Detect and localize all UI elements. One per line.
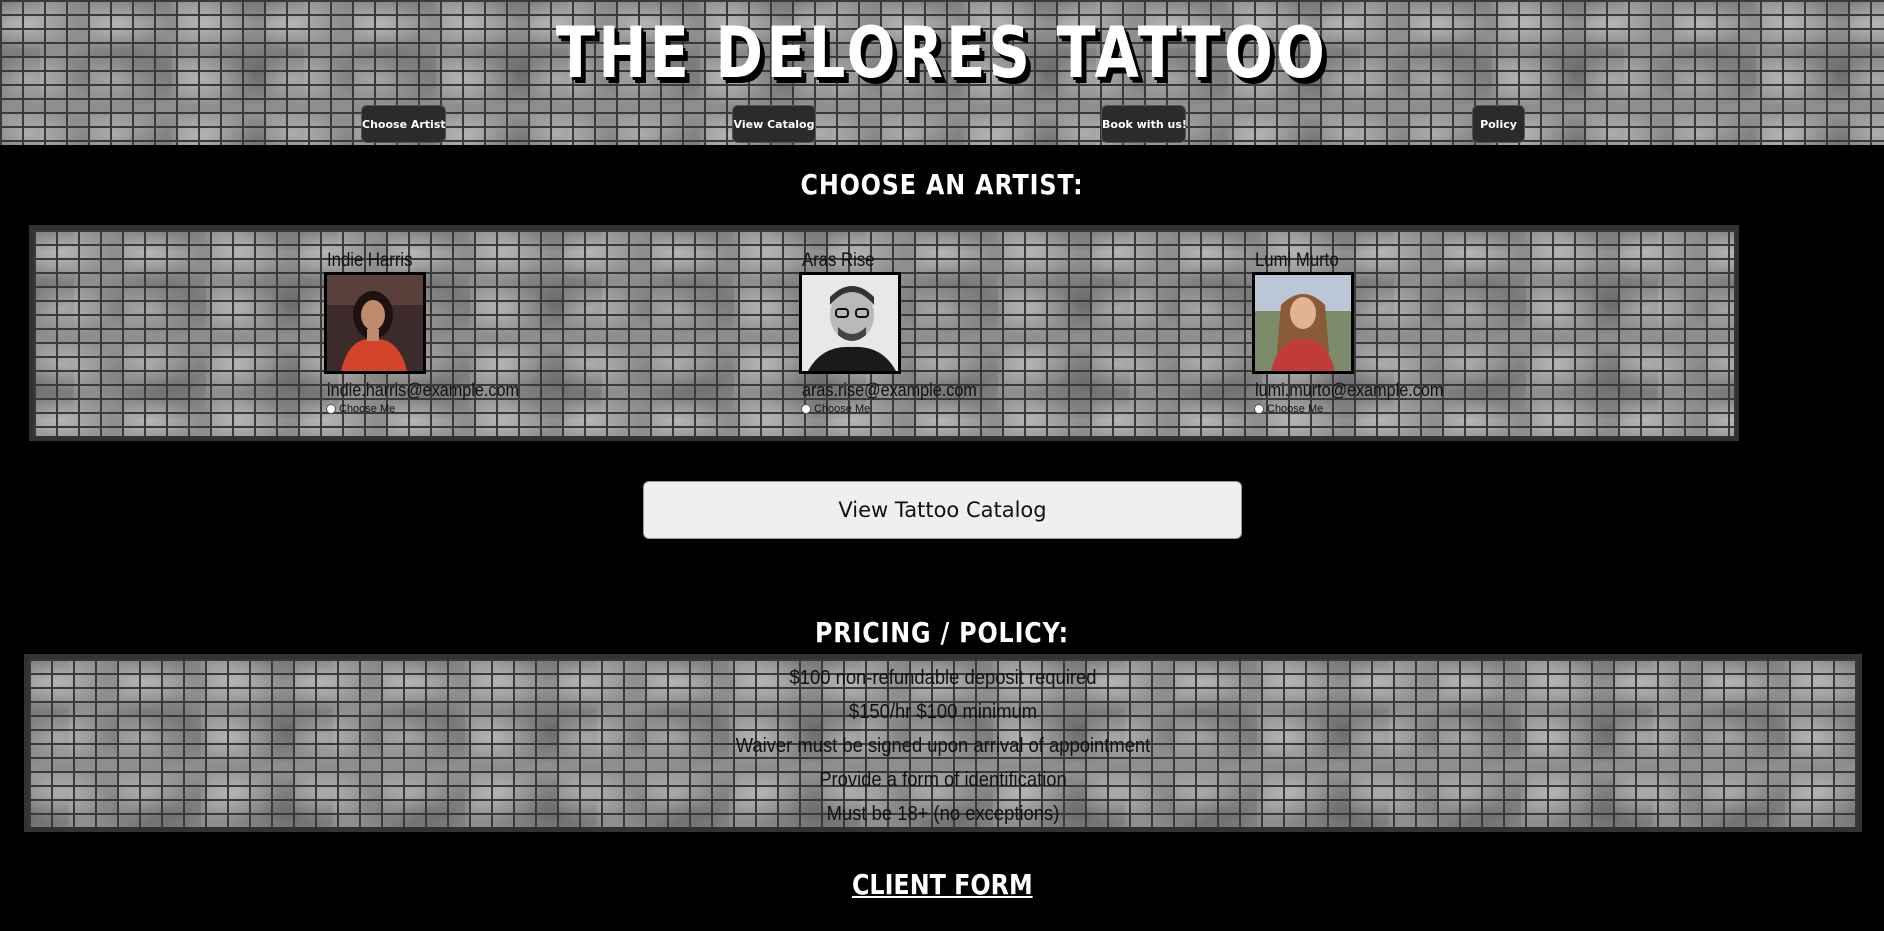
artist-photo-image xyxy=(327,275,423,371)
pricing-policy-heading: PRICING / POLICY: xyxy=(815,616,1069,649)
policy-line: $100 non-refundable deposit required xyxy=(789,667,1097,689)
nav-view-catalog-button[interactable]: View Catalog xyxy=(732,105,816,143)
choose-me-option[interactable]: Choose Me xyxy=(801,403,1059,415)
site-header: THE DELORES TATTOO Choose Artist View Ca… xyxy=(0,0,1884,145)
site-title: THE DELORES TATTOO xyxy=(555,12,1329,94)
artist-name: Lumi Murto xyxy=(1255,250,1339,271)
policy-line: Provide a form of identification xyxy=(819,769,1067,791)
nav-choose-artist-button[interactable]: Choose Artist xyxy=(361,105,446,143)
choose-artist-heading: CHOOSE AN ARTIST: xyxy=(800,168,1084,201)
artist-photo xyxy=(324,272,426,374)
policy-panel: $100 non-refundable deposit required $15… xyxy=(24,654,1862,832)
radio-button[interactable] xyxy=(326,404,336,414)
artist-photo xyxy=(1252,272,1354,374)
artist-card-lumi-murto: Lumi Murto lumi.murto@example.com Choose… xyxy=(1252,250,1512,415)
artist-email: lumi.murto@example.com xyxy=(1255,380,1444,400)
nav-book-button[interactable]: Book with us! xyxy=(1101,105,1187,143)
choose-me-option[interactable]: Choose Me xyxy=(326,403,584,415)
artist-email: aras.rise@example.com xyxy=(802,380,977,400)
policy-line: $150/hr $100 minimum xyxy=(848,701,1038,723)
choose-me-label: Choose Me xyxy=(339,403,396,415)
artist-name: Indie Harris xyxy=(327,250,413,271)
artist-card-aras-rise: Aras Rise aras.rise@example.com Choose M… xyxy=(799,250,1059,415)
artist-email: indie.harris@example.com xyxy=(327,380,520,400)
radio-button[interactable] xyxy=(801,404,811,414)
policy-line: Must be 18+ (no exceptions) xyxy=(826,803,1060,825)
artist-card-indie-harris: Indie Harris indie.harris@example.com Ch… xyxy=(324,250,584,415)
artist-photo xyxy=(799,272,901,374)
view-tattoo-catalog-button[interactable]: View Tattoo Catalog xyxy=(643,481,1242,539)
choose-me-label: Choose Me xyxy=(1267,403,1324,415)
policy-line: Waiver must be signed upon arrival of ap… xyxy=(735,735,1151,757)
client-form-heading-wrap: CLIENT FORM xyxy=(0,868,1884,901)
artist-photo-image xyxy=(802,275,898,371)
artist-name: Aras Rise xyxy=(802,250,875,271)
nav-policy-button[interactable]: Policy xyxy=(1472,105,1525,143)
choose-me-label: Choose Me xyxy=(814,403,871,415)
choose-me-option[interactable]: Choose Me xyxy=(1254,403,1512,415)
client-form-heading: CLIENT FORM xyxy=(851,868,1033,901)
artist-photo-image xyxy=(1255,275,1351,371)
radio-button[interactable] xyxy=(1254,404,1264,414)
artist-panel: Indie Harris indie.harris@example.com Ch… xyxy=(29,225,1739,441)
